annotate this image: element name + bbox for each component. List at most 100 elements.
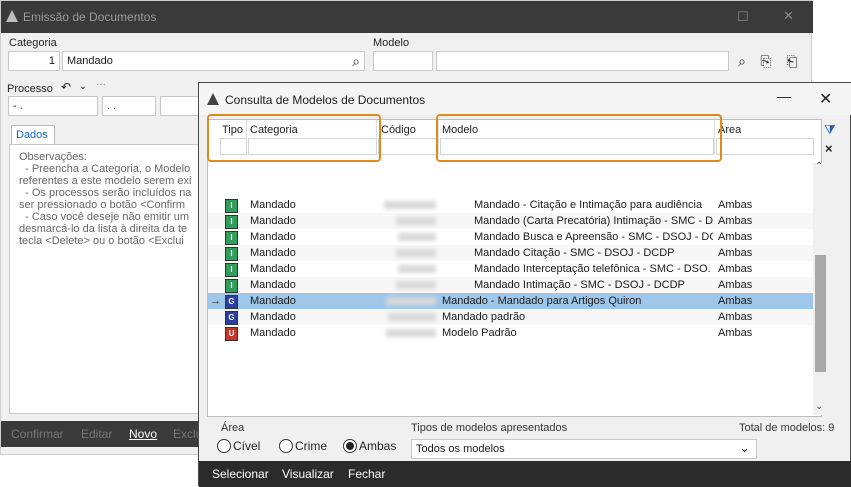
dialog-close-icon[interactable]: ✕ [819,89,832,109]
processo-field-1[interactable]: - . [8,96,98,116]
tipo-badge: I [225,231,238,245]
modelo-cell: Mandado - Mandado para Artigos Quiron [442,295,642,307]
area-radio-label[interactable]: Crime [295,439,327,453]
dialog-titlebar: Consulta de Modelos de Documentos — ✕ [199,83,851,115]
app-logo-icon [6,10,18,22]
more-icon[interactable]: ··· [96,79,106,90]
modelo-code-field[interactable] [373,51,433,71]
codigo-cell-redacted [386,297,436,305]
chevron-down-icon[interactable]: ⌄ [739,440,750,456]
area-radio-2[interactable] [343,439,357,453]
categoria-cell: Mandado [250,263,296,275]
categoria-search-icon[interactable]: ⌕ [347,51,365,71]
processo-field-2[interactable]: . . [102,96,156,116]
area-radio-label[interactable]: Ambas [359,439,396,453]
area-cell: Ambas [718,215,753,227]
filter-icon[interactable]: ⧩ [824,122,836,138]
scrollbar-thumb[interactable] [815,255,826,372]
modelo-cell: Mandado padrão [442,311,526,323]
minimize-icon[interactable]: — [777,88,791,104]
modelo-search-icon[interactable]: ⌕ [733,51,751,71]
undo-icon[interactable]: ↶ [59,77,73,97]
tipos-select-value: Todos os modelos [416,443,505,455]
categoria-cell: Mandado [250,327,296,339]
codigo-cell-redacted [384,201,436,209]
categoria-cell: Mandado [250,231,296,243]
tipo-badge: I [225,263,238,277]
modelo-value-field[interactable] [436,51,729,71]
codigo-cell-redacted [396,249,436,257]
area-cell: Ambas [718,263,753,275]
clear-filter-icon[interactable]: × [825,141,833,156]
table-row[interactable]: I Mandado Mandado - Citação e Intimação pa… [208,197,814,213]
confirmar-button[interactable]: Confirmar [11,427,64,441]
maximize-icon[interactable]: ☐ [737,9,749,25]
document-view-icon[interactable]: ⎗ [783,51,801,71]
table-row[interactable]: I Mandado Mandado (Carta Precatória) Intim… [208,213,814,229]
tipo-badge: G [225,311,238,325]
filter-codigo[interactable] [378,138,438,155]
categoria-cell: Mandado [250,311,296,323]
area-radio-label[interactable]: Cível [233,439,260,453]
consulta-modelos-dialog: Consulta de Modelos de Documentos — ✕ Ti… [198,82,851,487]
codigo-cell-redacted [396,281,436,289]
app-logo-icon [207,93,219,105]
table-row[interactable]: I Mandado Mandado Intimação - SMC - DSOJ -… [208,277,814,293]
processo-field-3[interactable] [160,96,200,116]
tab-dados[interactable]: Dados [11,125,55,145]
scroll-up-icon[interactable]: ⌃ [815,161,823,172]
area-cell: Ambas [718,295,753,307]
background-footer: Confirmar Editar Novo Exclu [1,421,202,447]
observacoes-text: Observações: - Preencha a Categoria, o M… [19,151,192,247]
codigo-cell-redacted [398,265,436,273]
document-search-icon[interactable]: ⎘ [757,51,775,71]
area-cell: Ambas [718,327,753,339]
modelo-cell: Modelo Padrão [442,327,517,339]
table-row[interactable]: → G Mandado Mandado - Mandado para Artigos … [208,293,814,309]
codigo-cell-redacted [386,329,436,337]
chevron-down-icon[interactable]: ⌄ [77,77,89,97]
categoria-cell: Mandado [250,279,296,291]
models-grid: Tipo Categoria Código Modelo Área I Manda… [207,114,822,417]
close-icon[interactable]: ✕ [783,8,794,24]
filter-area[interactable] [716,138,814,155]
novo-button[interactable]: Novo [129,427,157,441]
scroll-down-icon[interactable]: ⌄ [815,401,823,412]
categoria-cell: Mandado [250,215,296,227]
dialog-title: Consulta de Modelos de Documentos [225,93,426,107]
editar-button[interactable]: Editar [81,427,112,441]
modelo-cell: Mandado Intimação - SMC - DSOJ - DCDP [474,279,685,291]
visualizar-button[interactable]: Visualizar [282,467,334,481]
processo-label: Processo [7,83,53,95]
selecionar-button[interactable]: Selecionar [212,467,269,481]
modelo-cell: Mandado (Carta Precatória) Intimação - S… [474,215,713,227]
area-radio-0[interactable] [217,439,231,453]
modelo-label: Modelo [373,37,410,49]
table-row[interactable]: I Mandado Mandado Interceptação telefônica… [208,261,814,277]
modelo-cell: Mandado Citação - SMC - DSOJ - DCDP [474,247,675,259]
tipo-badge: I [225,279,238,293]
table-row[interactable]: G Mandado Mandado padrão Ambas [208,309,814,325]
categoria-code-field[interactable]: 1 [8,51,60,71]
codigo-cell-redacted [396,217,436,225]
area-cell: Ambas [718,279,753,291]
area-radio-1[interactable] [279,439,293,453]
area-group-label: Área [221,422,245,434]
codigo-cell-redacted [388,313,436,321]
tipo-badge: G [225,295,238,309]
tipo-badge: I [225,247,238,261]
modelo-cell: Mandado - Citação e Intimação para audiê… [474,199,703,211]
codigo-cell-redacted [398,233,436,241]
area-cell: Ambas [718,247,753,259]
categoria-value-field[interactable]: Mandado [62,51,365,71]
table-row[interactable]: I Mandado Mandado Citação - SMC - DSOJ - D… [208,245,814,261]
modelo-filter-highlight [436,114,722,162]
column-header-codigo[interactable]: Código [381,124,416,136]
table-row[interactable]: I Mandado Mandado Busca e Apreensão - SMC … [208,229,814,245]
fechar-button[interactable]: Fechar [348,467,385,481]
tipos-select[interactable]: Todos os modelos ⌄ [411,439,757,459]
categoria-label: Categoria [9,37,57,49]
table-row[interactable]: U Mandado Modelo Padrão Ambas [208,325,814,341]
tipos-label: Tipos de modelos apresentados [411,422,568,434]
categoria-filter-highlight [207,114,381,162]
